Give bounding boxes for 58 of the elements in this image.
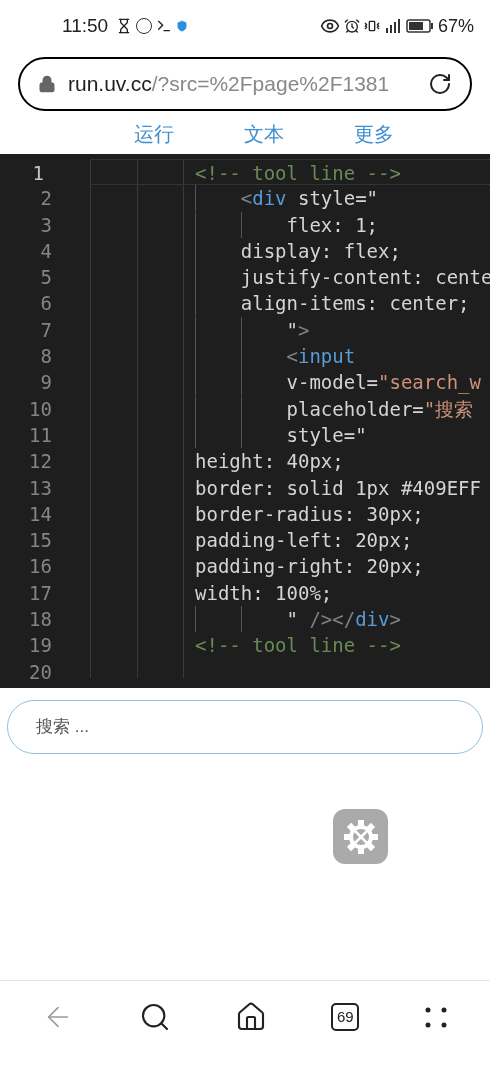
code-line: <!-- tool line --> [195,161,401,185]
code-line: border-radius: 30px; [195,501,424,527]
alarm-icon [343,18,360,34]
code-line: padding-left: 20px; [195,528,413,554]
code-line: <div style=" [195,185,379,212]
code-line: flex: 1; [195,211,378,238]
code-line: "> [195,316,310,344]
line-number: 8 [39,344,52,370]
terminal-icon [156,18,173,34]
code-line: <input [195,343,356,370]
code-line: v-model="search_w [195,369,481,396]
more-icon[interactable] [423,1005,448,1029]
eye-icon [319,16,340,36]
toolbar-tab[interactable]: 运行 [134,119,174,149]
reload-icon[interactable] [428,72,452,96]
code-line: height: 40px; [195,449,344,475]
toolbar-tab[interactable]: 更多 [354,119,394,149]
line-number: 17 [28,580,52,606]
status-time: 11:50 [62,13,109,38]
tab-count[interactable]: 69 [331,1003,360,1031]
line-number: 13 [28,475,52,501]
battery-icon [405,19,434,33]
line-number: 11 [28,422,52,448]
code-line: padding-right: 20px; [195,554,424,580]
line-number: 3 [39,212,52,238]
code-line: <!-- tool line --> [195,633,401,659]
url-text: run.uv.cc/?src=%2Fpage%2F1381 [68,71,391,98]
line-number: 20 [28,659,52,685]
line-number: 6 [39,291,52,317]
line-number: 15 [28,528,52,554]
line-number: 2 [39,186,52,212]
line-number: 16 [28,554,52,580]
shield-icon [176,20,189,32]
code-line: align-items: center; [195,290,470,317]
lock-icon [38,75,56,93]
line-number: 9 [39,370,52,396]
code-line: border: solid 1px #409EFF [195,475,481,501]
code-line: placeholder="搜索 [195,395,474,422]
gear-wrench-icon [342,818,379,855]
line-number: 7 [39,317,52,343]
code-line: width: 100%; [195,580,333,606]
signal-icon [383,19,402,33]
line-number: 5 [39,265,52,291]
code-line: " /></div> [195,606,401,633]
line-number: 19 [28,633,52,659]
line-number: 14 [28,501,52,527]
vibrate-icon [363,18,380,34]
address-bar[interactable]: run.uv.cc/?src=%2Fpage%2F1381 [18,57,472,111]
line-number: 12 [28,449,52,475]
search-field[interactable]: 搜索 ... [7,700,483,754]
line-number: 1 [31,161,44,186]
line-number: 10 [28,396,52,422]
line-number: 18 [28,607,52,633]
toolbar-tab[interactable]: 文本 [244,119,284,149]
line-number: 4 [39,238,52,264]
battery-level: 67% [437,14,474,38]
code-line: display: flex; [195,237,401,265]
code-line: style=" [195,421,367,449]
